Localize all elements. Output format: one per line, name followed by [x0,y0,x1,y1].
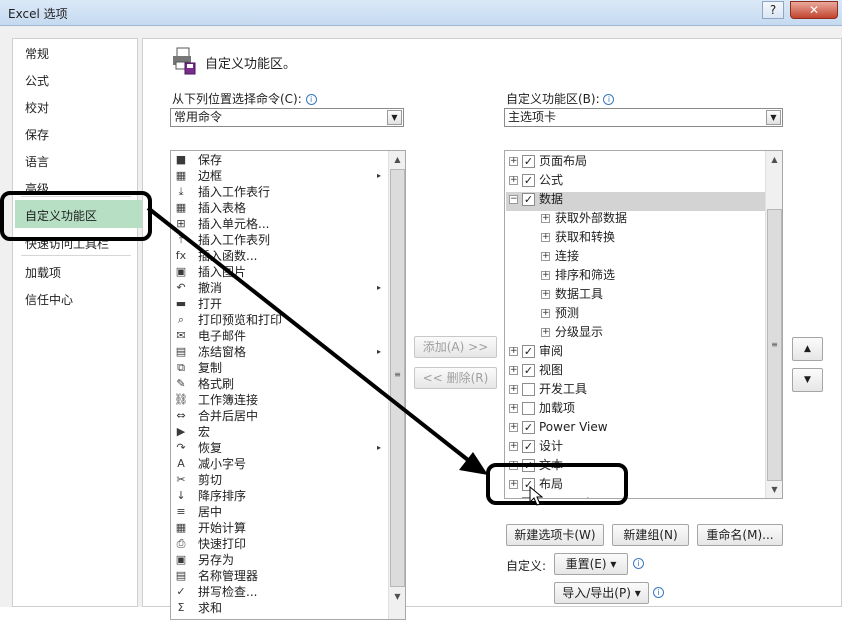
mouse-cursor-icon [529,486,543,506]
annotation-arrow [146,206,488,475]
